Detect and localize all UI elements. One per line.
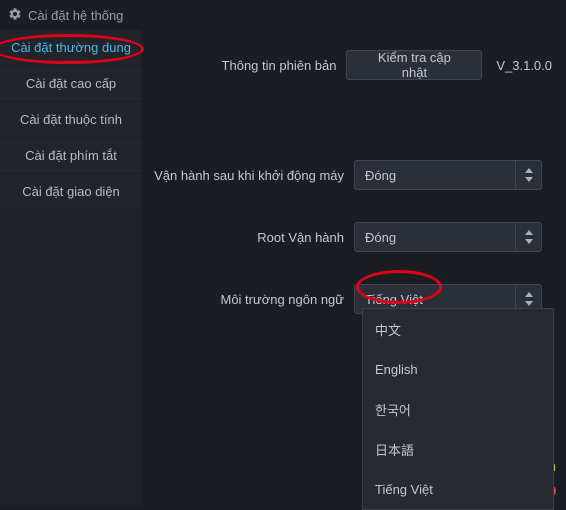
sidebar: Cài đặt thường dung Cài đặt cao cấp Cài … (0, 30, 142, 507)
root-label: Root Vận hành (154, 230, 354, 245)
titlebar: Cài đặt hệ thống (0, 0, 566, 30)
sidebar-item-properties[interactable]: Cài đặt thuộc tính (0, 102, 142, 138)
gear-icon (8, 7, 22, 24)
sidebar-item-interface[interactable]: Cài đặt giao diện (0, 174, 142, 210)
language-label: Môi trường ngôn ngữ (154, 292, 354, 307)
check-update-button[interactable]: Kiểm tra cập nhật (346, 50, 482, 80)
dropdown-item[interactable]: Tiếng Việt (363, 469, 553, 509)
sidebar-item-label: Cài đặt cao cấp (26, 76, 116, 91)
sidebar-item-label: Cài đặt giao diện (22, 184, 120, 199)
sidebar-item-label: Cài đặt phím tắt (25, 148, 117, 163)
dropdown-item[interactable]: 한국어 (363, 389, 553, 429)
dropdown-item[interactable]: 中文 (363, 309, 553, 349)
version-text: V_3.1.0.0 (496, 58, 552, 73)
sidebar-item-advanced[interactable]: Cài đặt cao cấp (0, 66, 142, 102)
dropdown-item[interactable]: English (363, 349, 553, 389)
sidebar-item-label: Cài đặt thuộc tính (20, 112, 122, 127)
sidebar-item-shortcut[interactable]: Cài đặt phím tắt (0, 138, 142, 174)
autostart-label: Vận hành sau khi khởi động máy (154, 168, 354, 183)
dropdown-item[interactable]: 日本語 (363, 429, 553, 469)
sidebar-item-label: Cài đặt thường dung (11, 40, 131, 55)
chevron-updown-icon (515, 223, 541, 251)
window-title: Cài đặt hệ thống (28, 8, 123, 23)
version-info-label: Thông tin phiên bản (154, 58, 346, 73)
select-value: Đóng (355, 230, 515, 245)
sidebar-item-common[interactable]: Cài đặt thường dung (0, 30, 142, 66)
autostart-select[interactable]: Đóng (354, 160, 542, 190)
chevron-updown-icon (515, 161, 541, 189)
root-select[interactable]: Đóng (354, 222, 542, 252)
select-value: Tiếng Việt (355, 292, 515, 307)
select-value: Đóng (355, 168, 515, 183)
language-dropdown: 中文 English 한국어 日本語 Tiếng Việt (362, 308, 554, 510)
